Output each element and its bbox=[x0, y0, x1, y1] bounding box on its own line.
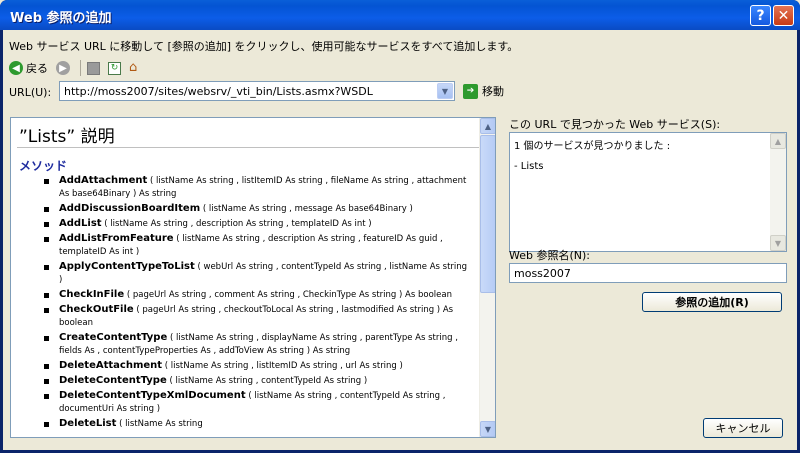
method-item: CreateContentType ( listName As string ,… bbox=[41, 331, 473, 358]
title-bar[interactable]: Web 参照の追加 ? ✕ bbox=[0, 0, 800, 30]
method-item: AddDiscussionBoardItem ( listName As str… bbox=[41, 202, 473, 216]
back-button[interactable]: ◀ 戻る bbox=[9, 60, 48, 76]
method-signature: ( pageUrl As string , comment As string … bbox=[126, 290, 452, 300]
window-title: Web 参照の追加 bbox=[10, 11, 112, 26]
url-label: URL(U): bbox=[9, 86, 52, 99]
url-combobox[interactable]: http://moss2007/sites/websrv/_vti_bin/Li… bbox=[59, 81, 455, 101]
method-item: DeleteList ( listName As string bbox=[41, 417, 473, 431]
service-description-pane[interactable]: ”Lists” 説明 メソッド AddAttachment ( listName… bbox=[10, 117, 496, 438]
scroll-up-icon[interactable]: ▲ bbox=[770, 133, 786, 149]
method-name[interactable]: AddDiscussionBoardItem bbox=[59, 203, 200, 214]
refresh-button[interactable]: ↻ bbox=[108, 61, 121, 75]
scroll-down-icon[interactable]: ▼ bbox=[480, 421, 495, 437]
method-signature: ( listName As string , description As st… bbox=[104, 219, 372, 229]
method-item: ApplyContentTypeToList ( webUrl As strin… bbox=[41, 260, 473, 287]
close-button[interactable]: ✕ bbox=[773, 5, 794, 26]
refresh-icon: ↻ bbox=[108, 61, 121, 75]
method-name[interactable]: CreateContentType bbox=[59, 332, 167, 343]
add-reference-button[interactable]: 参照の追加(R) bbox=[642, 292, 782, 312]
method-name[interactable]: AddListFromFeature bbox=[59, 233, 174, 244]
help-button[interactable]: ? bbox=[750, 5, 771, 26]
method-item: DeleteContentType ( listName As string ,… bbox=[41, 374, 473, 388]
method-item: AddList ( listName As string , descripti… bbox=[41, 217, 473, 231]
home-icon: ⌂ bbox=[129, 60, 138, 75]
web-reference-name-value: moss2007 bbox=[514, 267, 571, 280]
service-description-content: ”Lists” 説明 メソッド AddAttachment ( listName… bbox=[11, 118, 480, 437]
scroll-thumb[interactable] bbox=[480, 135, 495, 293]
back-label: 戻る bbox=[26, 62, 48, 75]
stop-icon bbox=[87, 61, 100, 75]
description-title: ”Lists” 説明 bbox=[19, 127, 115, 147]
method-name[interactable]: DeleteContentType bbox=[59, 375, 167, 386]
method-name[interactable]: ApplyContentTypeToList bbox=[59, 261, 195, 272]
back-arrow-icon: ◀ bbox=[9, 61, 23, 75]
method-name[interactable]: DeleteList bbox=[59, 418, 116, 429]
method-item: DeleteAttachment ( listName As string , … bbox=[41, 359, 473, 373]
forward-arrow-icon: ▶ bbox=[56, 61, 70, 75]
method-signature: ( listName As string bbox=[119, 419, 203, 429]
services-list[interactable]: 1 個のサービスが見つかりました : - Lists ▲ ▼ bbox=[509, 132, 787, 252]
services-found-text: 1 個のサービスが見つかりました : bbox=[514, 141, 671, 152]
method-item: AddAttachment ( listName As string , lis… bbox=[41, 174, 473, 201]
browser-toolbar: ◀ 戻る ▶ ↻ ⌂ bbox=[9, 58, 151, 78]
method-signature: ( listName As string , listItemID As str… bbox=[164, 361, 403, 371]
method-name[interactable]: DeleteAttachment bbox=[59, 360, 162, 371]
services-label: この URL で見つかった Web サービス(S): bbox=[509, 118, 721, 131]
go-label: 移動 bbox=[482, 85, 504, 98]
dialog-client-area: Web サービス URL に移動して [参照の追加] をクリックし、使用可能なサ… bbox=[3, 30, 797, 450]
services-scrollbar[interactable]: ▲ ▼ bbox=[770, 133, 786, 251]
url-input[interactable]: http://moss2007/sites/websrv/_vti_bin/Li… bbox=[64, 85, 373, 98]
toolbar-separator bbox=[80, 60, 81, 76]
title-divider bbox=[17, 147, 479, 148]
home-button[interactable]: ⌂ bbox=[129, 61, 143, 75]
web-reference-name-label: Web 参照名(N): bbox=[509, 249, 590, 262]
forward-button[interactable]: ▶ bbox=[56, 61, 70, 75]
chevron-down-icon[interactable]: ▼ bbox=[437, 83, 453, 99]
method-name[interactable]: CheckOutFile bbox=[59, 304, 134, 315]
method-list: AddAttachment ( listName As string , lis… bbox=[41, 174, 473, 432]
method-name[interactable]: AddList bbox=[59, 218, 102, 229]
stop-button[interactable] bbox=[87, 61, 100, 75]
cancel-button[interactable]: キャンセル bbox=[703, 418, 783, 438]
method-signature: ( listName As string , contentTypeId As … bbox=[169, 376, 368, 386]
method-name[interactable]: AddAttachment bbox=[59, 175, 147, 186]
method-item: CheckInFile ( pageUrl As string , commen… bbox=[41, 288, 473, 302]
scroll-up-icon[interactable]: ▲ bbox=[480, 118, 495, 134]
content-scrollbar[interactable]: ▲ ▼ bbox=[479, 118, 495, 437]
go-arrow-icon: ➔ bbox=[463, 83, 478, 99]
method-name[interactable]: DeleteContentTypeXmlDocument bbox=[59, 390, 246, 401]
service-item[interactable]: - Lists bbox=[514, 161, 543, 172]
scroll-down-icon[interactable]: ▼ bbox=[770, 235, 786, 251]
methods-heading: メソッド bbox=[19, 159, 68, 173]
instruction-text: Web サービス URL に移動して [参照の追加] をクリックし、使用可能なサ… bbox=[9, 40, 519, 53]
web-reference-name-input[interactable]: moss2007 bbox=[509, 263, 787, 283]
method-item: CheckOutFile ( pageUrl As string , check… bbox=[41, 303, 473, 330]
method-item: AddListFromFeature ( listName As string … bbox=[41, 232, 473, 259]
method-signature: ( listName As string , message As base64… bbox=[202, 204, 413, 214]
method-name[interactable]: CheckInFile bbox=[59, 289, 124, 300]
go-button[interactable]: ➔ 移動 bbox=[463, 83, 504, 99]
method-item: DeleteContentTypeXmlDocument ( listName … bbox=[41, 389, 473, 416]
dialog-window: Web 参照の追加 ? ✕ Web サービス URL に移動して [参照の追加]… bbox=[0, 0, 800, 453]
